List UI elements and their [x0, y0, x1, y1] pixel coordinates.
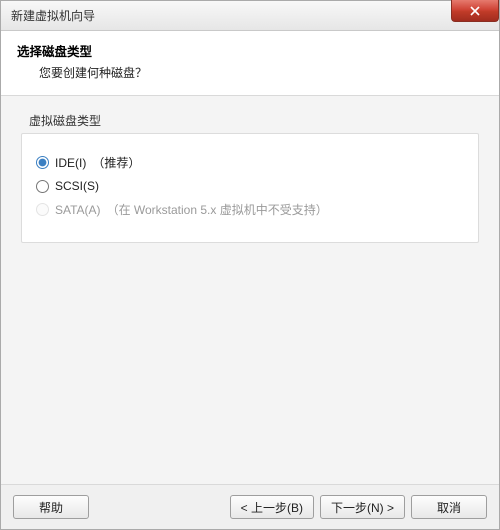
radio-option-ide[interactable]: IDE(I) （推荐） — [36, 154, 464, 171]
radio-option-scsi[interactable]: SCSI(S) — [36, 179, 464, 193]
group-legend: 虚拟磁盘类型 — [25, 112, 483, 129]
close-button[interactable] — [451, 0, 499, 22]
wizard-header: 选择磁盘类型 您要创建何种磁盘？ — [1, 31, 499, 96]
page-subtitle: 您要创建何种磁盘？ — [39, 64, 483, 81]
radio-sata-label: SATA(A) — [55, 203, 101, 217]
wizard-content: 虚拟磁盘类型 IDE(I) （推荐） SCSI(S) SATA(A) （在 Wo… — [1, 96, 499, 484]
radio-ide-note: （推荐） — [92, 154, 140, 171]
radio-option-sata: SATA(A) （在 Workstation 5.x 虚拟机中不受支持） — [36, 201, 464, 218]
radio-scsi-label: SCSI(S) — [55, 179, 99, 193]
help-button[interactable]: 帮助 — [13, 495, 89, 519]
titlebar: 新建虚拟机向导 — [1, 1, 499, 31]
cancel-button[interactable]: 取消 — [411, 495, 487, 519]
wizard-footer: 帮助 < 上一步(B) 下一步(N) > 取消 — [1, 484, 499, 529]
disk-type-group: IDE(I) （推荐） SCSI(S) SATA(A) （在 Workstati… — [21, 133, 479, 243]
radio-scsi[interactable] — [36, 180, 49, 193]
radio-sata-note: （在 Workstation 5.x 虚拟机中不受支持） — [107, 201, 328, 218]
window-title: 新建虚拟机向导 — [11, 7, 95, 24]
close-icon — [470, 6, 480, 16]
radio-sata — [36, 203, 49, 216]
back-button[interactable]: < 上一步(B) — [230, 495, 314, 519]
next-button[interactable]: 下一步(N) > — [320, 495, 405, 519]
radio-ide[interactable] — [36, 156, 49, 169]
radio-ide-label: IDE(I) — [55, 156, 86, 170]
page-title: 选择磁盘类型 — [17, 41, 483, 60]
